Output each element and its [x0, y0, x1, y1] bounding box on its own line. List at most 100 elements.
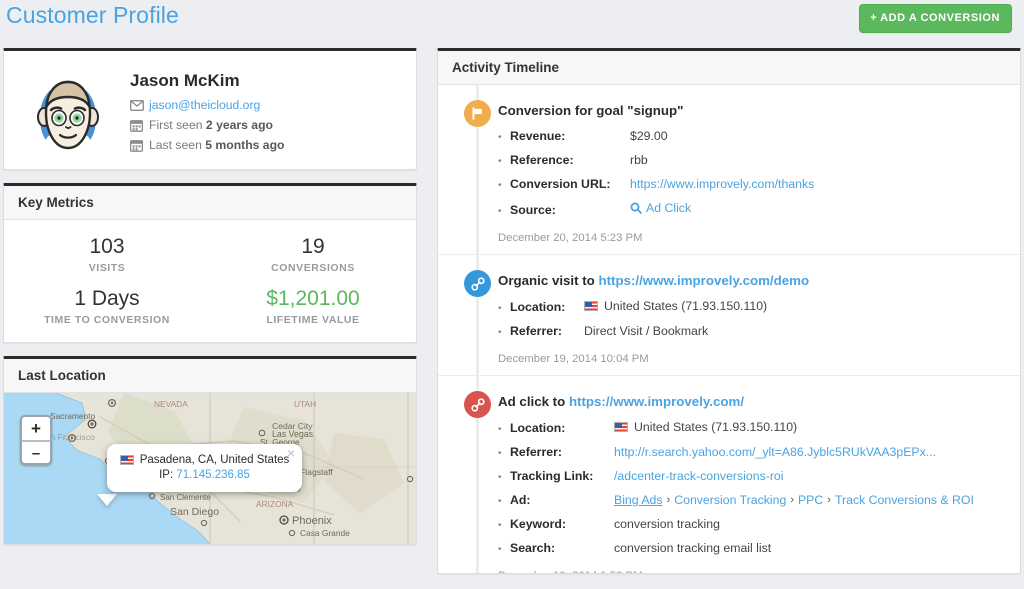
calendar-icon: [130, 119, 149, 132]
calendar-icon: [130, 139, 149, 152]
timeline-row: • Source: Ad Click: [498, 197, 1004, 223]
metric-value: $1,201.00: [266, 287, 360, 310]
referrer-link[interactable]: http://r.search.yahoo.com/_ylt=A86.Jyblc…: [614, 441, 936, 463]
title-text: Organic visit to: [498, 273, 599, 288]
timeline-row: • Tracking Link: /adcenter-track-convers…: [498, 465, 1004, 489]
row-key: Tracking Link:: [510, 469, 594, 483]
link-icon: [464, 391, 491, 418]
bullet-icon: •: [498, 327, 502, 338]
row-value: conversion tracking: [614, 517, 720, 531]
top-bar: Customer Profile + ADD A CONVERSION: [0, 0, 1024, 42]
svg-text:UTAH: UTAH: [294, 399, 316, 409]
bullet-icon: •: [498, 156, 502, 167]
row-key: Revenue:: [510, 129, 566, 143]
tracking-link[interactable]: /adcenter-track-conversions-roi: [614, 465, 784, 487]
popup-ip-row: IP: 71.145.236.85: [119, 469, 290, 481]
bullet-icon: •: [498, 496, 502, 507]
customer-email-link[interactable]: jason@theicloud.org: [149, 96, 260, 114]
svg-text:Casa Grande: Casa Grande: [300, 528, 350, 538]
metric-label: TIME TO CONVERSION: [44, 314, 170, 326]
row-key: Conversion URL:: [510, 177, 611, 191]
timeline-entry-time: December 19, 2014 10:04 PM: [498, 353, 649, 365]
metric-label: CONVERSIONS: [271, 262, 355, 274]
us-flag-icon: [119, 455, 134, 465]
timeline-entry-time: December 19, 2014 1:52 PM: [498, 570, 1004, 573]
ad-crumb-1[interactable]: Conversion Tracking: [674, 489, 786, 511]
timeline-row: • Referrer: http://r.search.yahoo.com/_y…: [498, 441, 1004, 465]
first-seen-value: 2 years ago: [205, 118, 273, 132]
add-a-conversion-button[interactable]: + ADD A CONVERSION: [859, 4, 1012, 33]
left-column: Jason McKim jason@theicloud.org First se…: [3, 48, 417, 545]
metric-value: 103: [89, 235, 125, 258]
map-location-popup: × Pasadena, CA, United States IP: 71.145…: [107, 444, 302, 492]
last-seen-row: Last seen 5 months ago: [130, 136, 284, 154]
avatar: [18, 63, 124, 165]
bullet-icon: •: [498, 132, 502, 143]
row-key: Ad:: [510, 493, 531, 507]
row-value: rbb: [630, 153, 648, 167]
map-zoom-out-button[interactable]: –: [22, 440, 50, 463]
metric-label: VISITS: [88, 262, 126, 274]
first-seen-label: First seen: [149, 118, 203, 132]
timeline-row: • Reference: rbb: [498, 149, 1004, 173]
first-seen-row: First seen 2 years ago: [130, 116, 284, 134]
activity-timeline-body: Conversion for goal "signup" • Revenue: …: [438, 85, 1020, 573]
timeline-entry: Conversion for goal "signup" • Revenue: …: [438, 85, 1020, 254]
last-seen-value: 5 months ago: [205, 138, 285, 152]
last-seen-label: Last seen: [149, 138, 202, 152]
visit-url-link[interactable]: https://www.improvely.com/demo: [599, 273, 810, 288]
bullet-icon: •: [498, 424, 502, 435]
location-text: United States (71.93.150.110): [634, 420, 798, 434]
metric-conversions: 19 CONVERSIONS: [210, 234, 416, 274]
page-title: Customer Profile: [6, 2, 179, 28]
conversion-url-link[interactable]: https://www.improvely.com/thanks: [630, 173, 814, 195]
search-icon: [630, 202, 642, 214]
svg-text:NEVADA: NEVADA: [154, 399, 188, 409]
svg-text:San Diego: San Diego: [170, 506, 219, 518]
row-value: /adcenter-track-conversions-roi: [614, 465, 784, 487]
ad-breadcrumb: Bing Ads › Conversion Tracking › PPC › T…: [614, 489, 974, 511]
us-flag-icon: [614, 422, 628, 432]
timeline-entry-rows: • Location: United States (71.93.150.110…: [498, 416, 1004, 561]
timeline-row: • Search: conversion tracking email list: [498, 537, 1004, 561]
timeline-row: • Location: United States (71.93.150.110…: [498, 295, 1004, 320]
map-popup-tail: [97, 494, 117, 506]
timeline-row: • Keyword: conversion tracking: [498, 513, 1004, 537]
timeline-row: • Referrer: Direct Visit / Bookmark: [498, 320, 1004, 344]
row-value: Ad Click: [630, 197, 691, 219]
ad-click-url-link[interactable]: https://www.improvely.com/: [569, 394, 744, 409]
email-row: jason@theicloud.org: [130, 96, 284, 114]
row-value: United States (71.93.150.110): [614, 416, 797, 438]
ad-crumb-0[interactable]: Bing Ads: [614, 489, 663, 511]
ad-crumb-2[interactable]: PPC: [798, 489, 823, 511]
timeline-row: • Ad: Bing Ads › Conversion Tracking › P…: [498, 489, 1004, 513]
metric-visits: 103 VISITS: [4, 234, 210, 274]
row-value: Direct Visit / Bookmark: [584, 324, 709, 338]
timeline-entry-rows: • Revenue: $29.00 • Reference: rbb • Con…: [498, 125, 1004, 223]
close-icon[interactable]: ×: [287, 446, 295, 460]
map[interactable]: Sacramento San Francisco Bakersfield Lom…: [4, 393, 416, 544]
row-key: Source:: [510, 203, 556, 217]
timeline-entry-title: Organic visit to https://www.improvely.c…: [498, 273, 1004, 288]
last-location-title: Last Location: [4, 359, 416, 393]
breadcrumb-separator: ›: [827, 494, 831, 506]
timeline-entry-time: December 20, 2014 5:23 PM: [498, 232, 643, 244]
key-metrics-row-2: 1 Days TIME TO CONVERSION $1,201.00 LIFE…: [4, 286, 416, 326]
activity-timeline-title: Activity Timeline: [438, 51, 1020, 85]
key-metrics-body: 103 VISITS 19 CONVERSIONS 1 Days TIME TO…: [4, 220, 416, 342]
row-value: conversion tracking email list: [614, 541, 772, 555]
map-zoom-in-button[interactable]: +: [22, 417, 50, 440]
source-link[interactable]: Ad Click: [646, 197, 691, 219]
activity-timeline-card: Activity Timeline Conversion for goal "s…: [437, 48, 1021, 574]
row-key: Location:: [510, 300, 566, 314]
popup-place: Pasadena, CA, United States: [139, 454, 290, 466]
svg-text:ARIZONA: ARIZONA: [256, 499, 294, 509]
right-column: Activity Timeline Conversion for goal "s…: [437, 48, 1021, 574]
popup-place-row: Pasadena, CA, United States: [119, 454, 290, 466]
timeline-entry-rows: • Location: United States (71.93.150.110…: [498, 295, 1004, 344]
popup-ip-link[interactable]: 71.145.236.85: [176, 469, 250, 481]
ad-crumb-3[interactable]: Track Conversions & ROI: [835, 489, 974, 511]
bullet-icon: •: [498, 448, 502, 459]
map-zoom-controls[interactable]: + –: [20, 415, 52, 465]
metric-label: LIFETIME VALUE: [266, 314, 360, 326]
